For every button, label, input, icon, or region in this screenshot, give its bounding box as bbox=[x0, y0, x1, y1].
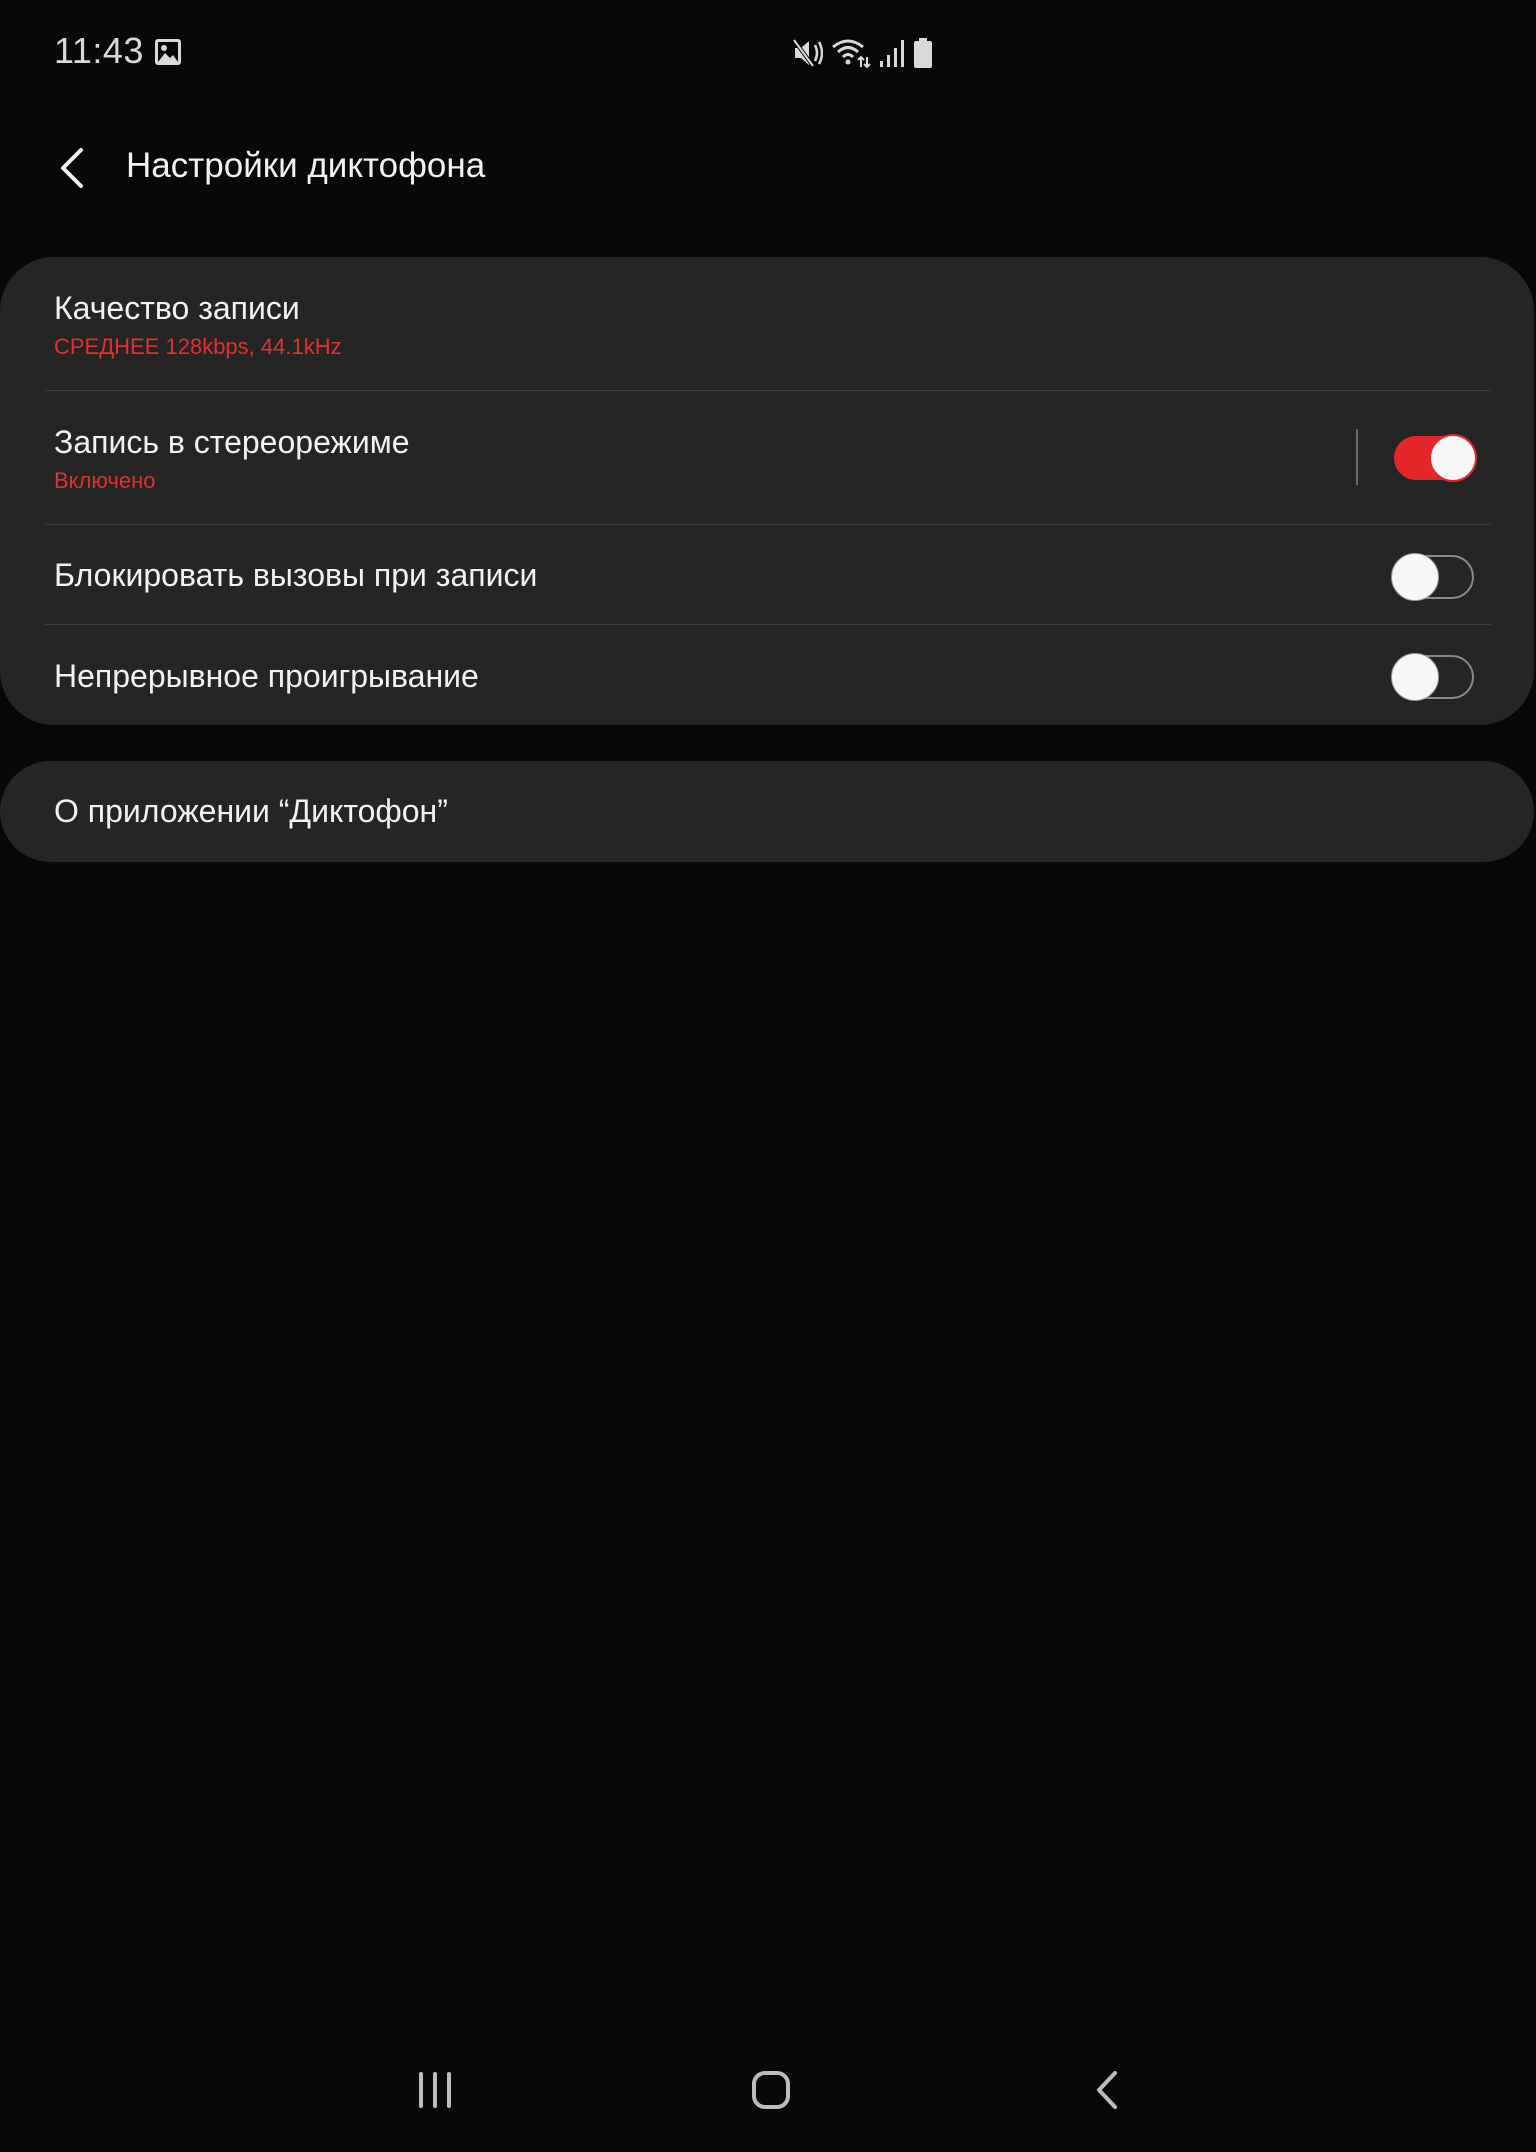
recent-apps-icon bbox=[419, 2072, 451, 2108]
block-calls-toggle[interactable] bbox=[1391, 553, 1474, 601]
recent-apps-button[interactable] bbox=[395, 2060, 475, 2120]
home-icon bbox=[752, 2071, 790, 2109]
setting-continuous-play[interactable]: Непрерывное проигрывание bbox=[0, 625, 1534, 725]
continuous-play-toggle[interactable] bbox=[1391, 653, 1474, 701]
status-time: 11:43 bbox=[54, 30, 144, 71]
setting-title: Блокировать вызовы при записи bbox=[54, 557, 538, 593]
toggle-knob bbox=[1391, 653, 1439, 701]
signal-icon bbox=[879, 37, 905, 69]
back-button[interactable] bbox=[46, 140, 98, 196]
app-bar: Настройки диктофона bbox=[0, 120, 1536, 216]
setting-title: Качество записи bbox=[54, 290, 300, 326]
nav-back-button[interactable] bbox=[1067, 2060, 1147, 2120]
setting-title: Запись в стереорежиме bbox=[54, 424, 410, 460]
toggle-knob bbox=[1391, 553, 1439, 601]
setting-subtitle: СРЕДНЕЕ 128kbps, 44.1kHz bbox=[54, 334, 342, 359]
page-title: Настройки диктофона bbox=[126, 146, 486, 185]
settings-card: Качество записи СРЕДНЕЕ 128kbps, 44.1kHz… bbox=[0, 257, 1534, 725]
vertical-separator bbox=[1356, 429, 1358, 485]
setting-subtitle: Включено bbox=[54, 468, 156, 493]
chevron-left-icon bbox=[61, 148, 83, 188]
setting-title: Непрерывное проигрывание bbox=[54, 658, 479, 694]
setting-block-calls[interactable]: Блокировать вызовы при записи bbox=[0, 525, 1534, 624]
setting-recording-quality[interactable]: Качество записи СРЕДНЕЕ 128kbps, 44.1kHz bbox=[0, 257, 1534, 390]
battery-icon bbox=[913, 37, 933, 69]
wifi-icon bbox=[831, 37, 871, 69]
navigation-bar bbox=[0, 2040, 1536, 2152]
about-card[interactable]: О приложении “Диктофон” bbox=[0, 761, 1534, 862]
home-button[interactable] bbox=[731, 2060, 811, 2120]
stereo-toggle[interactable] bbox=[1394, 434, 1477, 482]
back-icon bbox=[1097, 2071, 1117, 2109]
about-title: О приложении “Диктофон” bbox=[54, 793, 448, 829]
gallery-icon bbox=[154, 38, 182, 66]
mute-icon bbox=[793, 37, 823, 69]
setting-stereo-recording[interactable]: Запись в стереорежиме Включено bbox=[0, 391, 1534, 524]
status-bar: 11:43 bbox=[0, 0, 1536, 104]
toggle-knob bbox=[1429, 434, 1477, 482]
status-icons bbox=[793, 36, 933, 70]
